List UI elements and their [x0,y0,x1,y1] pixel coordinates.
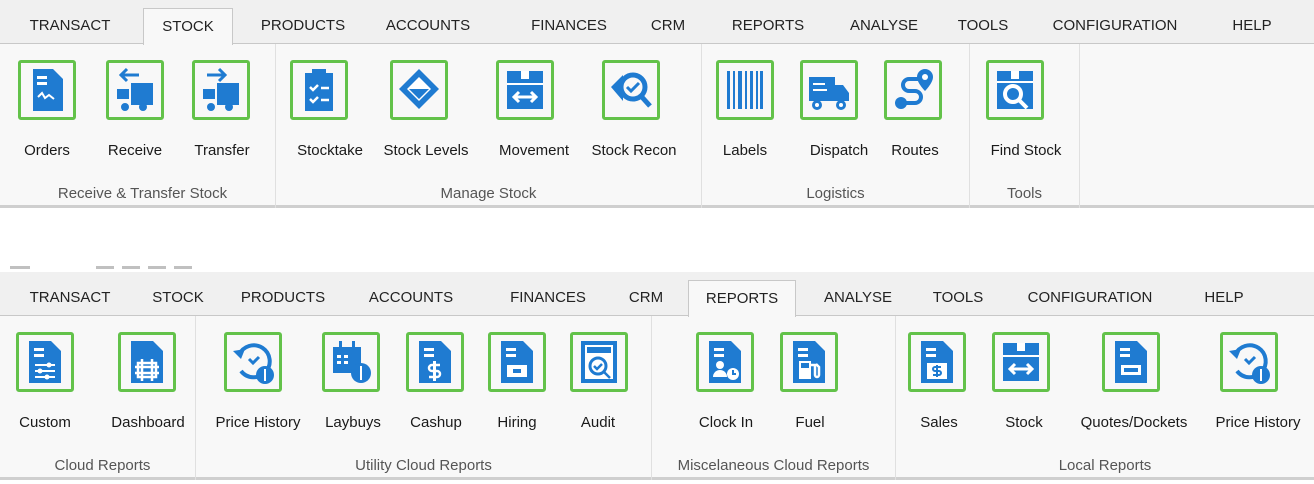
group-label: Local Reports [1058,457,1152,474]
box-arrows-icon [992,332,1050,392]
ribbon-body: Orders Receive Transfer Receive & Transf… [0,44,1314,208]
report-quote-icon [1102,332,1160,392]
local-price-history-label: Price History [1215,414,1301,431]
group-cloud-reports: Custom Dashboard Cloud Reports [10,316,196,480]
stock-recon-label: Stock Recon [591,142,677,159]
separator-marks [0,262,200,272]
tab-finances[interactable]: FINANCES [498,280,598,316]
route-icon [884,60,942,120]
tab-help[interactable]: HELP [1228,8,1276,44]
tab-help[interactable]: HELP [1200,280,1248,316]
dashboard-label: Dashboard [111,414,185,431]
tab-analyse[interactable]: ANALYSE [838,8,930,44]
tab-tools[interactable]: TOOLS [950,8,1016,44]
report-clock-icon [696,332,754,392]
tab-transact[interactable]: TRANSACT [18,8,122,44]
price-history-icon [1220,332,1278,392]
reports-ribbon: TRANSACT STOCK PRODUCTS ACCOUNTS FINANCE… [0,272,1314,484]
tab-accounts[interactable]: ACCOUNTS [372,8,484,44]
document-icon [18,60,76,120]
receive-label: Receive [107,142,163,159]
tab-accounts[interactable]: ACCOUNTS [355,280,467,316]
group-label: Cloud Reports [54,457,151,474]
group-misc-cloud-reports: Clock In Fuel Miscelaneous Cloud Reports [652,316,896,480]
bucket-icon [390,60,448,120]
box-arrows-icon [496,60,554,120]
group-label: Miscelaneous Cloud Reports [677,457,870,474]
clipboard-check-icon [290,60,348,120]
transfer-icon [192,60,250,120]
quotes-dockets-label: Quotes/Dockets [1080,414,1188,431]
find-stock-label: Find Stock [990,142,1062,159]
report-frame-icon [118,332,176,392]
cashup-label: Cashup [410,414,462,431]
group-tools: Find Stock Tools [970,44,1080,208]
box-search-icon [986,60,1044,120]
tab-products[interactable]: PRODUCTS [232,280,334,316]
ribbon-tab-bar: TRANSACT STOCK PRODUCTS ACCOUNTS FINANCE… [0,0,1314,45]
tab-tools[interactable]: TOOLS [925,280,991,316]
group-label: Tools [1006,185,1043,202]
stocktake-label: Stocktake [297,142,363,159]
tab-transact[interactable]: TRANSACT [18,280,122,316]
laybuys-label: Laybuys [325,414,381,431]
group-logistics: Labels Dispatch Routes Logistics [702,44,970,208]
tab-configuration[interactable]: CONFIGURATION [1010,280,1170,316]
stock-ribbon: TRANSACT STOCK PRODUCTS ACCOUNTS FINANCE… [0,0,1314,212]
fuel-label: Fuel [795,414,825,431]
custom-label: Custom [19,414,71,431]
ribbon-tab-bar: TRANSACT STOCK PRODUCTS ACCOUNTS FINANCE… [0,272,1314,317]
hiring-label: Hiring [497,414,537,431]
routes-label: Routes [891,142,939,159]
report-sales-icon [908,332,966,392]
orders-label: Orders [24,142,70,159]
dispatch-label: Dispatch [809,142,869,159]
group-receive-transfer: Orders Receive Transfer Receive & Transf… [10,44,276,208]
magnify-check-icon [602,60,660,120]
report-folder-icon [488,332,546,392]
calendar-dollar-icon [322,332,380,392]
tab-reports[interactable]: REPORTS [718,8,818,44]
report-dollar-icon [406,332,464,392]
receive-icon [106,60,164,120]
tab-stock[interactable]: STOCK [143,280,213,316]
group-manage-stock: Stocktake Stock Levels Movement Stock Re… [276,44,702,208]
movement-label: Movement [498,142,570,159]
tab-finances[interactable]: FINANCES [519,8,619,44]
price-history-label: Price History [215,414,301,431]
group-label: Manage Stock [440,185,537,202]
stock-label: Stock [1005,414,1043,431]
audit-label: Audit [580,414,616,431]
sales-label: Sales [920,414,958,431]
clock-in-label: Clock In [698,414,754,431]
audit-icon [570,332,628,392]
tab-products[interactable]: PRODUCTS [252,8,354,44]
labels-label: Labels [722,142,768,159]
tab-crm[interactable]: CRM [622,280,670,316]
stock-levels-label: Stock Levels [383,142,469,159]
tab-analyse[interactable]: ANALYSE [812,280,904,316]
group-label: Utility Cloud Reports [355,457,492,474]
truck-icon [800,60,858,120]
price-history-icon [224,332,282,392]
tab-reports[interactable]: REPORTS [688,280,796,317]
group-label: Receive & Transfer Stock [57,185,228,202]
transfer-label: Transfer [194,142,250,159]
report-fuel-icon [780,332,838,392]
tab-crm[interactable]: CRM [644,8,692,44]
ribbon-body: Custom Dashboard Cloud Reports Price His… [0,316,1314,480]
group-local-reports: Sales Stock Quotes/Dockets Price History [896,316,1314,480]
group-utility-cloud-reports: Price History Laybuys Cashup Hiring Audi… [196,316,652,480]
report-sliders-icon [16,332,74,392]
barcode-icon [716,60,774,120]
tab-stock[interactable]: STOCK [143,8,233,45]
group-label: Logistics [806,185,865,202]
tab-configuration[interactable]: CONFIGURATION [1035,8,1195,44]
